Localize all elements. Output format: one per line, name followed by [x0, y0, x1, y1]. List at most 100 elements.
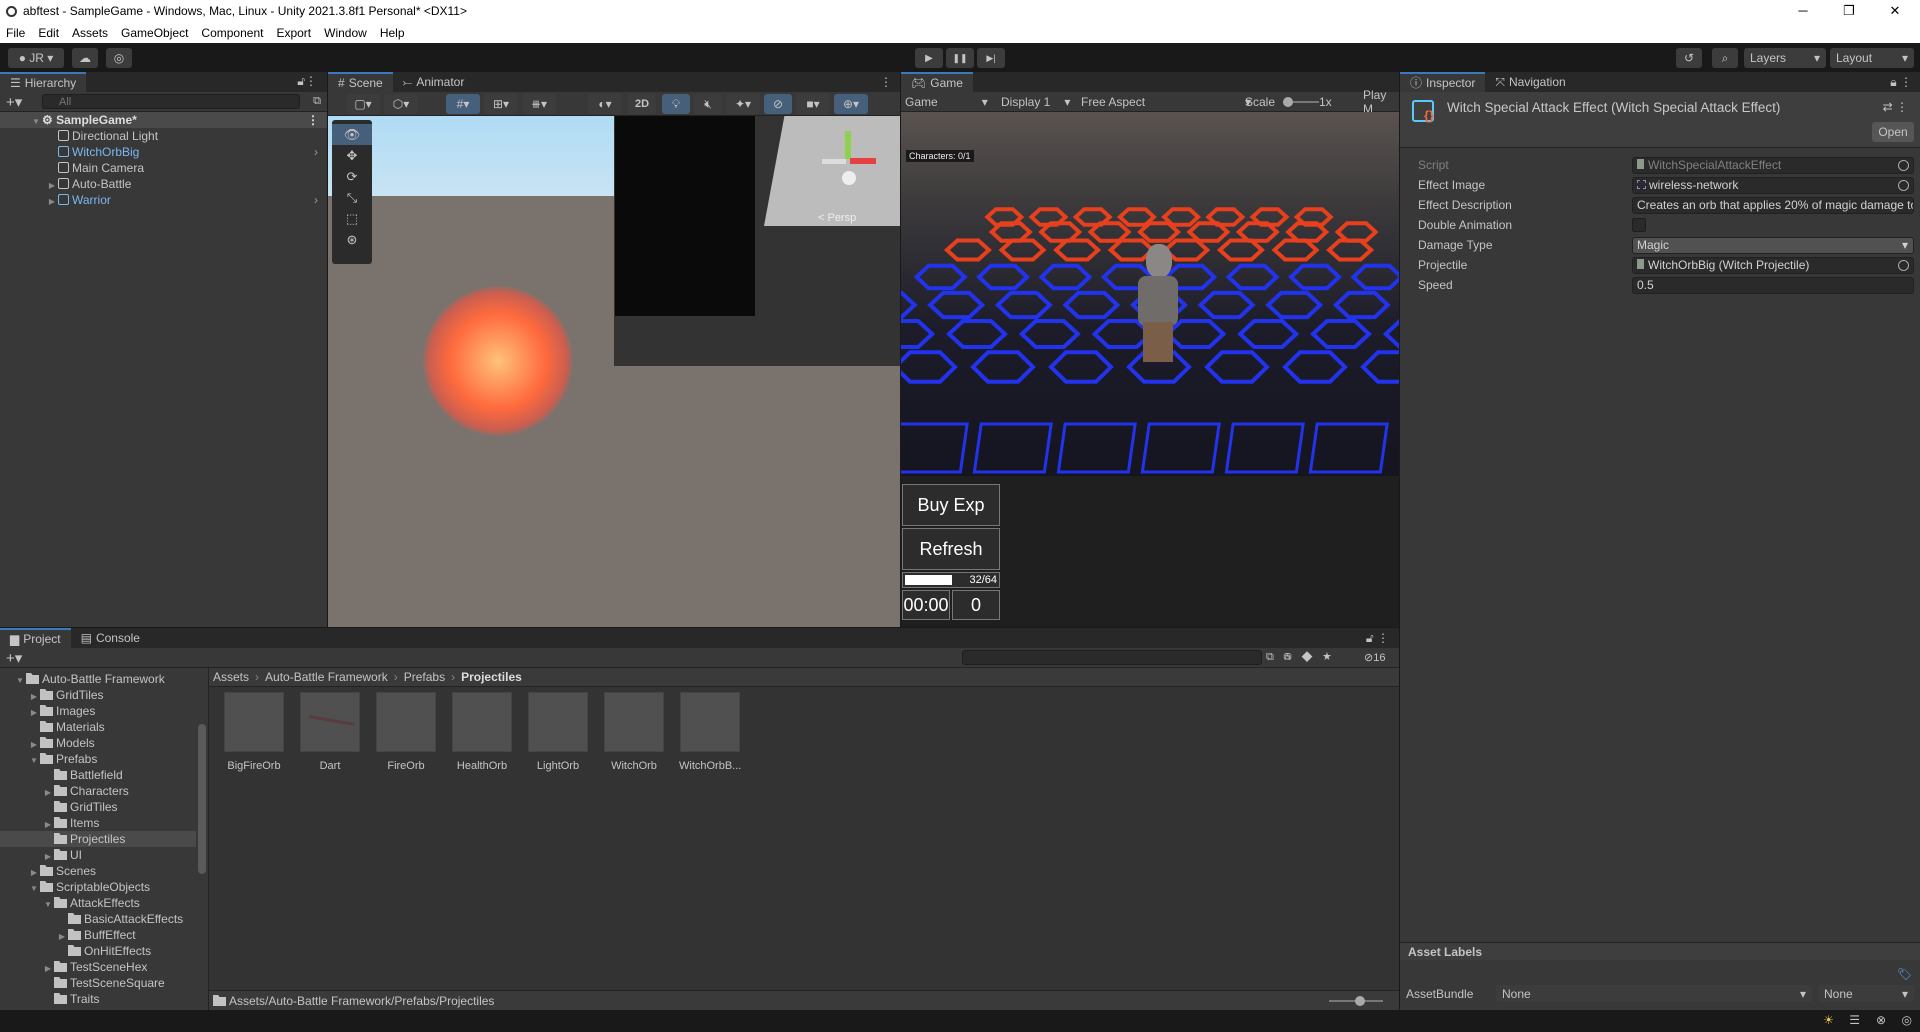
- filter-icon[interactable]: ⛁: [1284, 651, 1302, 663]
- collab-button[interactable]: ◎: [106, 48, 132, 68]
- folder-tree-item[interactable]: ▶ Items: [0, 815, 196, 831]
- folder-tree-item[interactable]: Projectiles: [0, 831, 196, 847]
- step-button[interactable]: ▶|: [977, 48, 1005, 68]
- search-by-type-icon[interactable]: ⧉: [1266, 651, 1284, 663]
- search-button[interactable]: ⌕: [1712, 48, 1738, 68]
- folder-tree-item[interactable]: ▼ Prefabs: [0, 751, 196, 767]
- layout-dropdown[interactable]: Layout ▾: [1830, 48, 1914, 68]
- double-animation-checkbox[interactable]: [1632, 218, 1646, 232]
- play-button[interactable]: ▶: [915, 48, 943, 68]
- folder-tree-item[interactable]: TestSceneSquare: [0, 975, 196, 991]
- menu-assets[interactable]: Assets: [72, 26, 108, 40]
- 2d-toggle[interactable]: 2D: [628, 94, 656, 114]
- damage-type-dropdown[interactable]: Magic ▾: [1632, 236, 1914, 254]
- scene-picker-icon[interactable]: ⧉: [313, 95, 321, 108]
- speed-input[interactable]: 0.5: [1632, 276, 1914, 294]
- tab-animator[interactable]: ⤚ Animator: [393, 72, 475, 92]
- folder-tree-item[interactable]: ▼ AttackEffects: [0, 895, 196, 911]
- grid-snap-button[interactable]: #▾: [446, 94, 480, 114]
- rect-tool-icon[interactable]: ⬚: [332, 208, 372, 229]
- asset-item[interactable]: HealthOrb: [451, 692, 513, 772]
- visibility-toggle[interactable]: ⊘: [764, 94, 792, 114]
- create-button[interactable]: +▾: [6, 649, 22, 667]
- aspect-dropdown[interactable]: Free Aspect ▾: [1081, 95, 1251, 109]
- object-picker-icon[interactable]: [1898, 179, 1909, 191]
- asset-item[interactable]: Dart: [299, 692, 361, 772]
- tab-inspector[interactable]: ⓘ Inspector: [1400, 72, 1486, 92]
- menu-export[interactable]: Export: [276, 26, 311, 40]
- notifications-icon[interactable]: ◎: [1902, 1013, 1912, 1027]
- folder-tree-item[interactable]: Traits: [0, 991, 196, 1007]
- close-button[interactable]: ✕: [1872, 0, 1918, 22]
- move-tool-icon[interactable]: ✥: [332, 145, 372, 166]
- projection-label[interactable]: < Persp: [818, 212, 856, 224]
- scene-viewport[interactable]: < Persp 👁︎ ✥ ⟳ ⤡ ⬚ ⊛: [328, 116, 900, 627]
- favorite-star-icon[interactable]: ★: [1322, 651, 1341, 663]
- object-field[interactable]: wireless-network: [1632, 176, 1914, 194]
- audio-toggle[interactable]: 🔇︎: [694, 94, 722, 114]
- folder-tree-item[interactable]: Battlefield: [0, 767, 196, 783]
- cloud-button[interactable]: ☁: [72, 48, 98, 68]
- menu-component[interactable]: Component: [201, 26, 263, 40]
- hierarchy-item[interactable]: ▶ Auto-Battle: [0, 176, 327, 192]
- chevron-right-icon[interactable]: ›: [314, 192, 318, 208]
- hierarchy-item[interactable]: WitchOrbBig ›: [0, 144, 327, 160]
- folder-tree-item[interactable]: ▶ Models: [0, 735, 196, 751]
- display-dropdown[interactable]: Display 1 ▾: [1001, 95, 1070, 109]
- asset-item[interactable]: WitchOrbB...: [679, 692, 741, 772]
- tab-game[interactable]: 🎮︎ Game: [901, 72, 973, 92]
- fire-orb[interactable]: [423, 286, 573, 436]
- menu-window[interactable]: Window: [324, 26, 367, 40]
- minimize-button[interactable]: ─: [1780, 0, 1826, 22]
- game-mode-dropdown[interactable]: Game ▾: [905, 95, 988, 109]
- refresh-button[interactable]: Refresh: [902, 528, 1000, 570]
- layers-dropdown[interactable]: Layers ▾: [1744, 48, 1826, 68]
- menu-help[interactable]: Help: [380, 26, 405, 40]
- debug-icon[interactable]: ⊗: [1876, 1013, 1886, 1027]
- tab-hierarchy[interactable]: ☰ Hierarchy: [0, 72, 87, 92]
- assetbundle-dropdown[interactable]: None ▾: [1496, 985, 1812, 1002]
- folder-tree-item[interactable]: ▶ Images: [0, 703, 196, 719]
- folder-tree-item[interactable]: ▶ Scenes: [0, 863, 196, 879]
- asset-item[interactable]: BigFireOrb: [223, 692, 285, 772]
- folder-tree-item[interactable]: ▶ BuffEffect: [0, 927, 196, 943]
- hierarchy-search-input[interactable]: [42, 94, 300, 109]
- camera-button[interactable]: ■▾: [796, 94, 830, 114]
- folder-tree-item[interactable]: ▼ ScriptableObjects: [0, 879, 196, 895]
- scale-slider[interactable]: [1283, 97, 1319, 107]
- tab-navigation[interactable]: ⤧ Navigation: [1485, 72, 1575, 92]
- cache-icon[interactable]: ☰: [1849, 1013, 1860, 1027]
- gizmos-button[interactable]: ⊕▾: [834, 94, 868, 114]
- game-viewport[interactable]: Characters: 0/1: [901, 112, 1399, 476]
- more-icon[interactable]: ⋮: [307, 112, 319, 128]
- menu-edit[interactable]: Edit: [38, 26, 59, 40]
- tab-scene[interactable]: # Scene: [328, 72, 393, 92]
- label-icon[interactable]: ◆: [1301, 651, 1322, 663]
- more-icon[interactable]: ⋮: [880, 75, 892, 89]
- breadcrumb-item[interactable]: Auto-Battle Framework: [265, 670, 388, 684]
- folder-tree-item[interactable]: ▶ Characters: [0, 783, 196, 799]
- shading-button[interactable]: ◐▾: [588, 94, 622, 114]
- folder-tree-item[interactable]: Materials: [0, 719, 196, 735]
- project-search-input[interactable]: [962, 650, 1262, 665]
- increment-snap-button[interactable]: ⊞▾: [484, 94, 518, 114]
- thumbnail-size-slider[interactable]: [1329, 996, 1383, 1006]
- object-field[interactable]: WitchOrbBig (Witch Projectile): [1632, 256, 1914, 274]
- variant-dropdown[interactable]: None ▾: [1818, 985, 1914, 1002]
- folder-tree-item[interactable]: ▶ GridTiles: [0, 687, 196, 703]
- chevron-right-icon[interactable]: ›: [314, 144, 318, 160]
- buy-exp-button[interactable]: Buy Exp: [902, 484, 1000, 526]
- expand-icon[interactable]: ▶: [46, 194, 58, 210]
- asset-item[interactable]: FireOrb: [375, 692, 437, 772]
- breadcrumb-item[interactable]: Assets: [213, 670, 249, 684]
- snap-button[interactable]: ⧻▾: [522, 94, 556, 114]
- rotate-tool-icon[interactable]: ⟳: [332, 166, 372, 187]
- folder-tree-item[interactable]: ▼ Auto-Battle Framework: [0, 671, 196, 687]
- scene-root[interactable]: ▼ ⚙ SampleGame* ⋮: [0, 112, 327, 128]
- lock-icon[interactable]: 🔒︎ ⋮: [1890, 75, 1912, 90]
- asset-item[interactable]: WitchOrb: [603, 692, 665, 772]
- folder-tree-item[interactable]: GridTiles: [0, 799, 196, 815]
- lock-icon[interactable]: 🔓︎ ⋮: [1366, 631, 1389, 646]
- asset-labels-header[interactable]: Asset Labels: [1400, 942, 1920, 960]
- object-picker-icon[interactable]: [1898, 159, 1909, 171]
